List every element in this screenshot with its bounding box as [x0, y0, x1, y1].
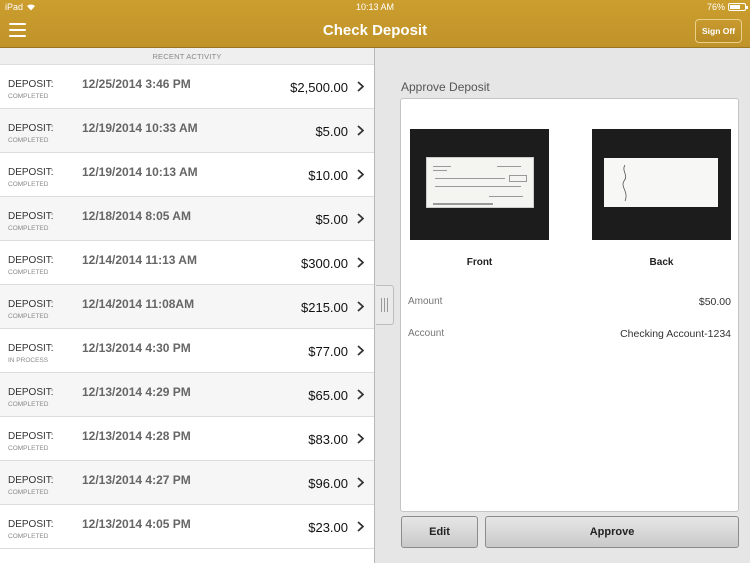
chevron-right-icon: [357, 81, 364, 92]
approve-deposit-card: Front Back Amount $50.00 Account Checkin…: [400, 98, 739, 512]
account-value: Checking Account-1234: [620, 328, 731, 340]
status-time: 10:13 AM: [355, 2, 395, 12]
list-item[interactable]: DEPOSIT: COMPLETED 12/18/2014 8:05 AM $5.00: [0, 197, 374, 241]
list-item[interactable]: DEPOSIT: COMPLETED 12/13/2014 4:29 PM $65.0…: [0, 373, 374, 417]
transaction-status: COMPLETED: [8, 137, 49, 144]
transaction-status: COMPLETED: [8, 181, 49, 188]
transaction-amount: $5.00: [315, 124, 348, 139]
transaction-amount: $83.00: [308, 432, 348, 447]
transaction-amount: $5.00: [315, 212, 348, 227]
chevron-right-icon: [357, 257, 364, 268]
transaction-type: DEPOSIT:: [8, 299, 54, 310]
edit-button[interactable]: Edit: [401, 516, 478, 548]
transaction-amount: $23.00: [308, 520, 348, 535]
transaction-amount: $215.00: [301, 300, 348, 315]
transaction-type: DEPOSIT:: [8, 343, 54, 354]
chevron-right-icon: [357, 169, 364, 180]
list-item[interactable]: DEPOSIT: COMPLETED 12/14/2014 11:08AM $215.…: [0, 285, 374, 329]
transaction-type: DEPOSIT:: [8, 167, 54, 178]
transaction-date: 12/13/2014 4:29 PM: [82, 385, 191, 399]
list-item[interactable]: DEPOSIT: COMPLETED 12/19/2014 10:13 AM $10.…: [0, 153, 374, 197]
transaction-date: 12/14/2014 11:13 AM: [82, 253, 197, 267]
chevron-right-icon: [357, 477, 364, 488]
list-item[interactable]: DEPOSIT: IN PROCESS 12/13/2014 4:30 PM $77.…: [0, 329, 374, 373]
check-back-image[interactable]: [592, 129, 731, 240]
transaction-amount: $10.00: [308, 168, 348, 183]
approve-button[interactable]: Approve: [485, 516, 739, 548]
transaction-type: DEPOSIT:: [8, 387, 54, 398]
transaction-amount: $77.00: [308, 344, 348, 359]
chevron-right-icon: [357, 213, 364, 224]
transaction-date: 12/18/2014 8:05 AM: [82, 209, 191, 223]
transaction-date: 12/19/2014 10:33 AM: [82, 121, 198, 135]
amount-value: $50.00: [698, 296, 731, 308]
chevron-right-icon: [357, 521, 364, 532]
transaction-status: COMPLETED: [8, 313, 49, 320]
recent-activity-list: DEPOSIT: COMPLETED 12/25/2014 3:46 PM $2,50…: [0, 65, 374, 549]
transaction-status: COMPLETED: [8, 533, 49, 540]
chevron-right-icon: [357, 433, 364, 444]
list-item[interactable]: DEPOSIT: COMPLETED 12/13/2014 4:27 PM $96.0…: [0, 461, 374, 505]
transaction-date: 12/13/2014 4:30 PM: [82, 341, 191, 355]
transaction-date: 12/25/2014 3:46 PM: [82, 77, 191, 91]
battery-percent: 76%: [706, 2, 725, 12]
transaction-date: 12/14/2014 11:08AM: [82, 297, 195, 311]
check-front-image[interactable]: [410, 129, 549, 240]
amount-label: Amount: [408, 296, 443, 307]
transaction-status: COMPLETED: [8, 269, 49, 276]
transaction-amount: $2,500.00: [290, 80, 348, 95]
chevron-right-icon: [357, 125, 364, 136]
transaction-status: COMPLETED: [8, 489, 49, 496]
battery-icon: [728, 3, 748, 11]
transaction-status: COMPLETED: [8, 445, 49, 452]
transaction-status: COMPLETED: [8, 93, 49, 100]
transaction-date: 12/13/2014 4:05 PM: [82, 517, 191, 531]
split-resize-handle[interactable]: [376, 285, 394, 325]
approve-deposit-title: Approve Deposit: [401, 80, 490, 94]
transaction-date: 12/13/2014 4:27 PM: [82, 473, 191, 487]
transaction-status: COMPLETED: [8, 401, 49, 408]
transaction-date: 12/19/2014 10:13 AM: [82, 165, 198, 179]
recent-activity-panel: RECENT ACTIVITY DEPOSIT: COMPLETED 12/25/2…: [0, 48, 375, 563]
list-item[interactable]: DEPOSIT: COMPLETED 12/13/2014 4:28 PM $83.0…: [0, 417, 374, 461]
chevron-right-icon: [357, 345, 364, 356]
transaction-type: DEPOSIT:: [8, 255, 54, 266]
transaction-status: COMPLETED: [8, 225, 49, 232]
back-label: Back: [649, 257, 674, 268]
list-item[interactable]: DEPOSIT: COMPLETED 12/25/2014 3:46 PM $2,50…: [0, 65, 374, 109]
page-title: Check Deposit: [322, 22, 428, 39]
list-item[interactable]: DEPOSIT: COMPLETED 12/14/2014 11:13 AM $300…: [0, 241, 374, 285]
transaction-type: DEPOSIT:: [8, 519, 54, 530]
list-item[interactable]: DEPOSIT: COMPLETED 12/13/2014 4:05 PM $23.0…: [0, 505, 374, 549]
transaction-type: DEPOSIT:: [8, 475, 54, 486]
account-label: Account: [408, 328, 445, 339]
status-bar: iPad 10:13 AM 76%: [0, 0, 750, 14]
recent-activity-header: RECENT ACTIVITY: [0, 48, 374, 65]
transaction-type: DEPOSIT:: [8, 123, 54, 134]
header-bar: iPad 10:13 AM 76% Check Deposit Sign Off: [0, 0, 750, 48]
sign-off-button[interactable]: Sign Off: [695, 19, 742, 43]
list-item[interactable]: DEPOSIT: COMPLETED 12/19/2014 10:33 AM $5.0…: [0, 109, 374, 153]
chevron-right-icon: [357, 389, 364, 400]
transaction-type: DEPOSIT:: [8, 79, 54, 90]
chevron-right-icon: [357, 301, 364, 312]
transaction-amount: $300.00: [301, 256, 348, 271]
transaction-status: IN PROCESS: [8, 357, 49, 364]
transaction-amount: $65.00: [308, 388, 348, 403]
transaction-type: DEPOSIT:: [8, 211, 54, 222]
transaction-amount: $96.00: [308, 476, 348, 491]
transaction-type: DEPOSIT:: [8, 431, 54, 442]
transaction-date: 12/13/2014 4:28 PM: [82, 429, 191, 443]
front-label: Front: [466, 257, 493, 268]
